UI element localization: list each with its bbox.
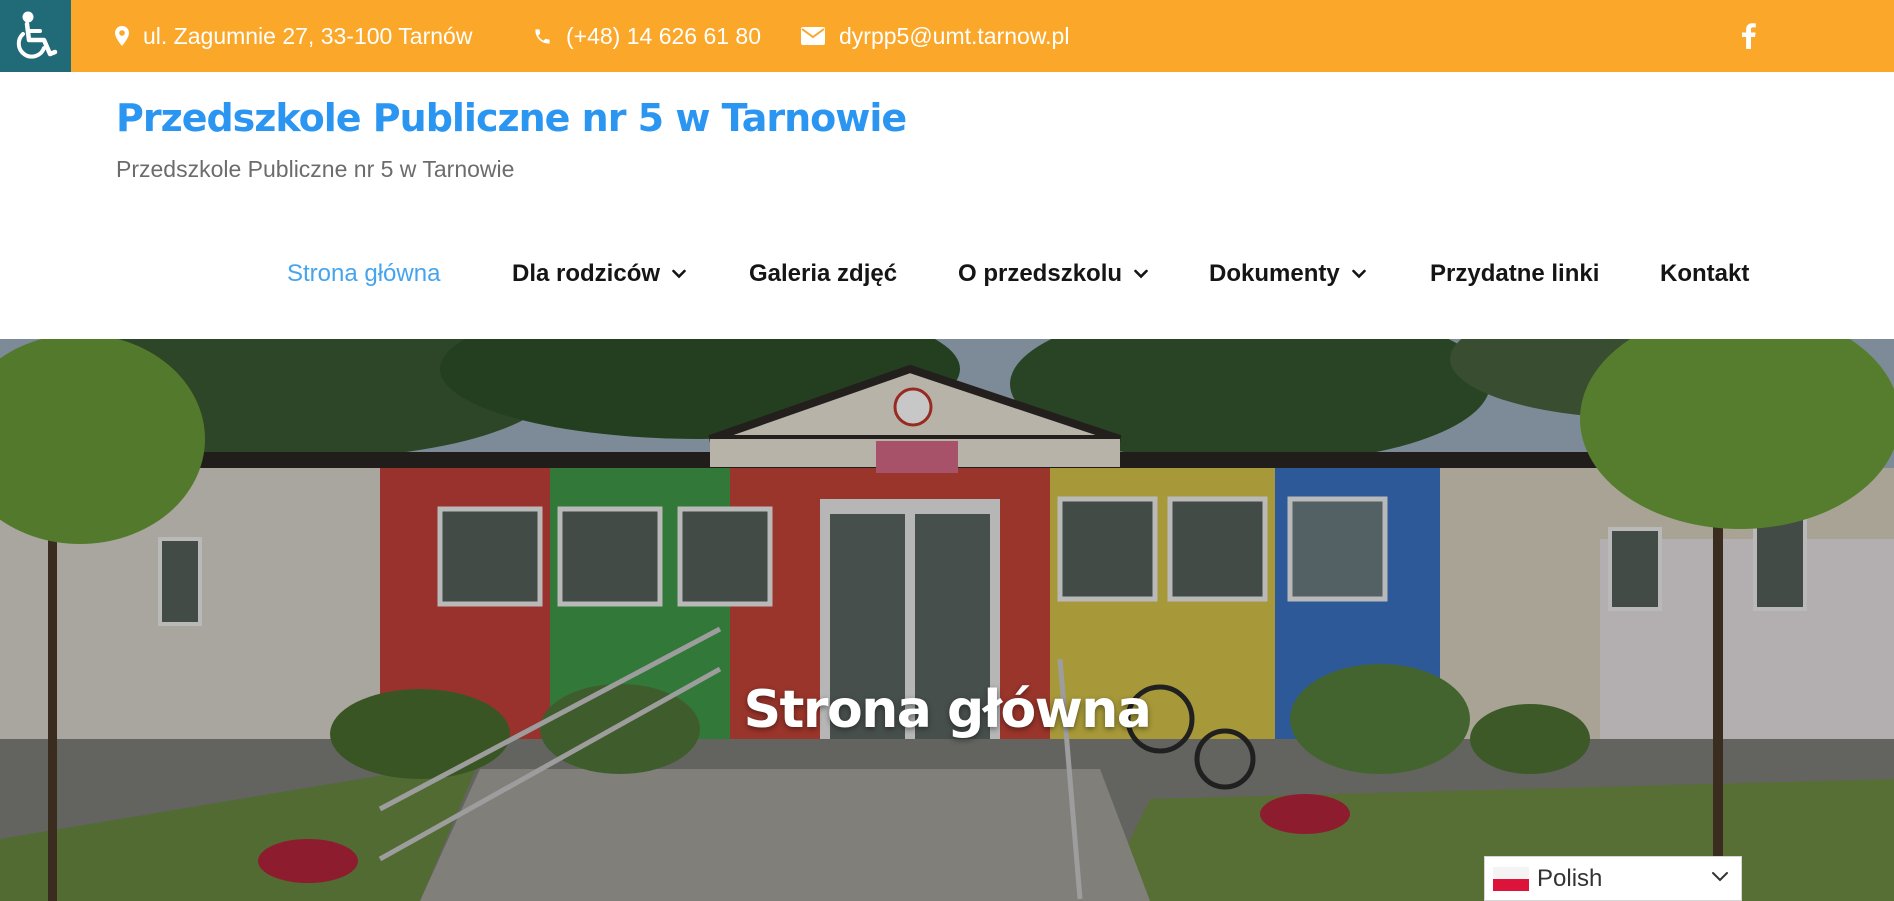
nav-item-about[interactable]: O przedszkolu xyxy=(958,254,1148,294)
hero-title: Strona główna xyxy=(743,680,1152,740)
nav-item-home[interactable]: Strona główna xyxy=(287,254,440,294)
nav-item-contact[interactable]: Kontakt xyxy=(1660,254,1749,294)
chevron-down-icon xyxy=(672,269,686,279)
wheelchair-icon xyxy=(16,11,57,59)
nav-item-label: Galeria zdjęć xyxy=(749,260,898,287)
facebook-icon xyxy=(1742,23,1756,49)
nav-item-label: Dla rodziców xyxy=(512,260,661,287)
top-contact-bar: ul. Zagumnie 27, 33-100 Tarnów (+48) 14 … xyxy=(0,0,1894,72)
nav-item-documents[interactable]: Dokumenty xyxy=(1209,254,1366,294)
nav-item-for-parents[interactable]: Dla rodziców xyxy=(512,254,686,294)
phone-icon xyxy=(535,28,550,44)
nav-item-label: O przedszkolu xyxy=(958,260,1123,287)
nav-item-label: Dokumenty xyxy=(1209,260,1340,287)
map-marker-icon xyxy=(115,26,129,46)
language-selector[interactable]: Polish xyxy=(1484,856,1742,901)
site-title[interactable]: Przedszkole Publiczne nr 5 w Tarnowie xyxy=(116,96,907,140)
envelope-icon xyxy=(801,27,825,45)
chevron-down-icon xyxy=(1134,269,1148,279)
email-link: dyrpp5@umt.tarnow.pl xyxy=(839,22,1070,49)
nav-item-label: Kontakt xyxy=(1660,260,1750,287)
phone-text: (+48) 14 626 61 80 xyxy=(566,22,762,49)
chevron-down-icon xyxy=(1712,872,1728,882)
address-item: ul. Zagumnie 27, 33-100 Tarnów xyxy=(115,0,472,72)
kindergarten-building-photo xyxy=(0,339,1894,901)
hero-banner xyxy=(0,339,1894,901)
nav-item-label: Przydatne linki xyxy=(1430,260,1600,287)
phone-item[interactable]: (+48) 14 626 61 80 xyxy=(533,0,761,72)
address-text: ul. Zagumnie 27, 33-100 Tarnów xyxy=(143,22,473,49)
nav-item-label: Strona główna xyxy=(287,260,441,287)
accessibility-button[interactable] xyxy=(0,0,71,72)
chevron-down-icon xyxy=(1351,269,1366,279)
email-item[interactable]: dyrpp5@umt.tarnow.pl xyxy=(801,0,1069,72)
nav-item-gallery[interactable]: Galeria zdjęć xyxy=(749,254,897,294)
site-tagline: Przedszkole Publiczne nr 5 w Tarnowie xyxy=(116,156,515,182)
language-selected-label: Polish xyxy=(1537,864,1603,892)
nav-item-useful-links[interactable]: Przydatne linki xyxy=(1430,254,1599,294)
main-navigation: Strona główna Dla rodziców Galeria zdjęć… xyxy=(0,254,1894,294)
facebook-link[interactable] xyxy=(1734,0,1764,72)
poland-flag-icon xyxy=(1493,866,1529,891)
